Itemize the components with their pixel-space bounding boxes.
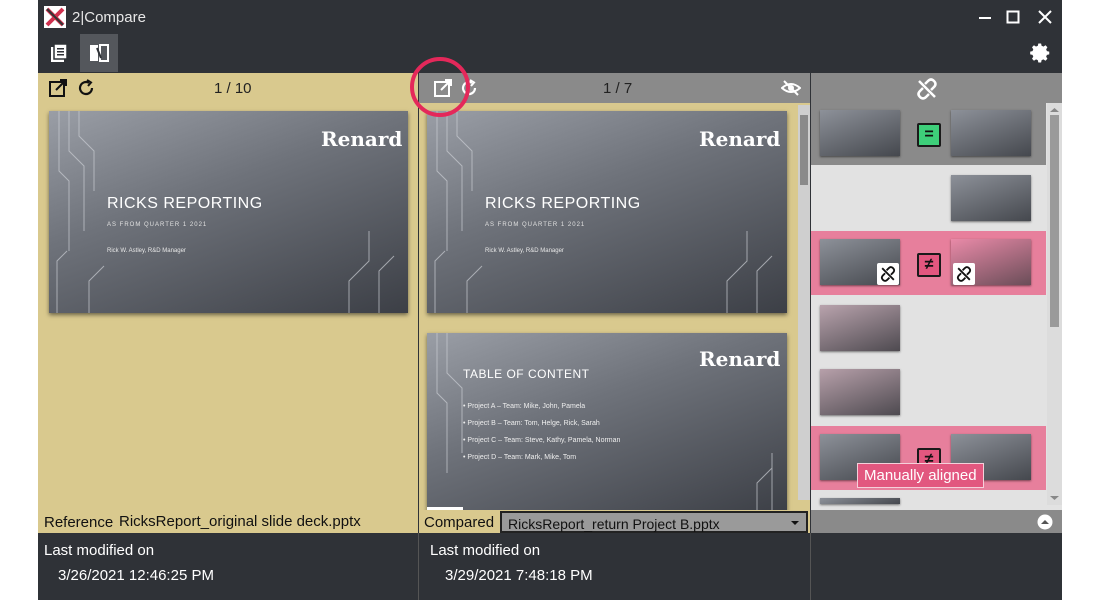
reference-modified-value: 3/26/2021 12:46:25 PM	[58, 567, 214, 584]
compared-info: Last modified on 3/29/2021 7:48:18 PM	[419, 533, 810, 600]
title-bar: 2|Compare	[38, 0, 1062, 34]
reference-thumbnail[interactable]	[820, 110, 900, 156]
unlink-badge[interactable]	[953, 263, 975, 285]
compared-thumbnail[interactable]	[951, 175, 1031, 221]
alignment-row[interactable]	[811, 363, 1046, 423]
reference-label: Reference	[44, 514, 114, 531]
compared-slide-2[interactable]: Renard TABLE OF CONTENT • Project A – Te…	[427, 333, 787, 513]
compared-pane-header: 1 / 7	[419, 73, 810, 103]
gear-icon	[1030, 43, 1050, 63]
reference-thumbnail[interactable]	[820, 498, 900, 504]
alignment-row[interactable]: ≠	[811, 231, 1046, 295]
minimize-icon	[979, 17, 991, 19]
list-item: • Project C – Team: Steve, Kathy, Pamela…	[463, 437, 621, 444]
slide-title: RICKS REPORTING	[485, 195, 641, 212]
slide-subtitle: AS FROM QUARTER 1 2021	[107, 222, 208, 228]
app-logo-icon	[44, 6, 66, 28]
documents-icon	[51, 43, 68, 62]
highlight-ring	[410, 57, 470, 117]
reference-footer: Reference RicksReport_original slide dec…	[38, 510, 418, 533]
alignment-footer	[811, 510, 1062, 533]
reference-pane-header: 1 / 10	[38, 73, 418, 103]
slide-author: Rick W. Astley, R&D Manager	[485, 248, 564, 254]
chevron-down-icon	[791, 521, 799, 525]
compared-footer: Compared RicksReport_return Project B.pp…	[419, 510, 810, 533]
unlink-icon[interactable]	[916, 78, 938, 100]
reference-filename: RicksReport_original slide deck.pptx	[119, 513, 361, 530]
not-equal-badge: ≠	[917, 253, 941, 277]
alignment-pane-header	[811, 73, 1062, 103]
manually-aligned-tooltip: Manually aligned	[857, 463, 984, 488]
list-item: • Project B – Team: Tom, Helge, Rick, Sa…	[463, 420, 600, 427]
scrollbar-thumb[interactable]	[1050, 115, 1059, 327]
app-title: 2|Compare	[72, 9, 146, 26]
compared-pane: 1 / 7 Renard RICKS REPORTING AS FROM QUA…	[419, 73, 810, 533]
compared-thumbnail[interactable]	[951, 110, 1031, 156]
app-window: 2|Compare 1 / 10 Renard RICKS REPORTING …	[38, 0, 1062, 600]
reference-info: Last modified on 3/26/2021 12:46:25 PM	[38, 533, 418, 600]
close-button[interactable]	[1034, 6, 1056, 28]
slide-title: TABLE OF CONTENT	[463, 367, 590, 381]
reference-modified-label: Last modified on	[44, 542, 155, 559]
alignment-row[interactable]: =	[811, 103, 1046, 165]
reference-pane: 1 / 10 Renard RICKS REPORTING AS FROM QU…	[38, 73, 418, 533]
compared-modified-value: 3/29/2021 7:48:18 PM	[445, 567, 593, 584]
compared-filename: RicksReport_return Project B.pptx	[508, 516, 720, 532]
slide-author: Rick W. Astley, R&D Manager	[107, 248, 186, 254]
compared-modified-label: Last modified on	[430, 542, 541, 559]
list-item: • Project A – Team: Mike, John, Pamela	[463, 403, 586, 410]
list-item: • Project D – Team: Mark, Mike, Tom	[463, 454, 577, 461]
slide-subtitle: AS FROM QUARTER 1 2021	[485, 222, 586, 228]
reference-slide-1[interactable]: Renard RICKS REPORTING AS FROM QUARTER 1…	[49, 111, 408, 313]
compared-slide-1[interactable]: Renard RICKS REPORTING AS FROM QUARTER 1…	[427, 111, 787, 313]
compared-label: Compared	[424, 514, 495, 531]
compared-page-count: 1 / 7	[603, 80, 633, 97]
unlink-icon	[880, 266, 896, 282]
scrollbar-thumb[interactable]	[800, 115, 808, 185]
compare-icon	[90, 44, 109, 62]
alignment-row[interactable]	[811, 299, 1046, 359]
collapse-up-icon[interactable]	[1037, 514, 1053, 530]
maximize-button[interactable]	[1002, 6, 1024, 28]
alignment-row-partial	[811, 494, 1046, 504]
open-external-icon[interactable]	[48, 78, 68, 98]
unlink-badge[interactable]	[877, 263, 899, 285]
compared-file-select[interactable]: RicksReport_return Project B.pptx	[500, 511, 808, 533]
minimize-button[interactable]	[974, 6, 996, 28]
scroll-down-icon[interactable]	[1047, 493, 1062, 503]
compared-scrollbar[interactable]	[798, 105, 810, 500]
reference-thumbnail[interactable]	[820, 305, 900, 351]
refresh-icon[interactable]	[76, 78, 96, 98]
settings-button[interactable]	[1026, 38, 1056, 68]
alignment-row[interactable]	[811, 165, 1046, 227]
alignment-pane: = ≠ ≠ Manually aligned	[811, 73, 1062, 533]
close-icon	[1038, 10, 1052, 24]
reference-thumbnail[interactable]	[820, 369, 900, 415]
scroll-up-icon[interactable]	[1047, 105, 1062, 115]
compare-button[interactable]	[80, 34, 118, 72]
slide-logo: Renard	[321, 127, 403, 151]
maximize-icon	[1006, 10, 1020, 24]
slide-logo: Renard	[699, 347, 781, 371]
slide-bullet-list: • Project A – Team: Mike, John, Pamela •…	[463, 403, 620, 471]
unlink-icon	[956, 266, 972, 282]
slide-logo: Renard	[699, 127, 781, 151]
hide-visibility-icon[interactable]	[781, 78, 801, 98]
documents-button[interactable]	[40, 34, 78, 72]
alignment-scrollbar[interactable]	[1047, 103, 1062, 505]
alignment-info	[811, 533, 1062, 600]
reference-page-count: 1 / 10	[214, 80, 252, 97]
equal-badge: =	[917, 123, 941, 147]
slide-title: RICKS REPORTING	[107, 195, 263, 212]
